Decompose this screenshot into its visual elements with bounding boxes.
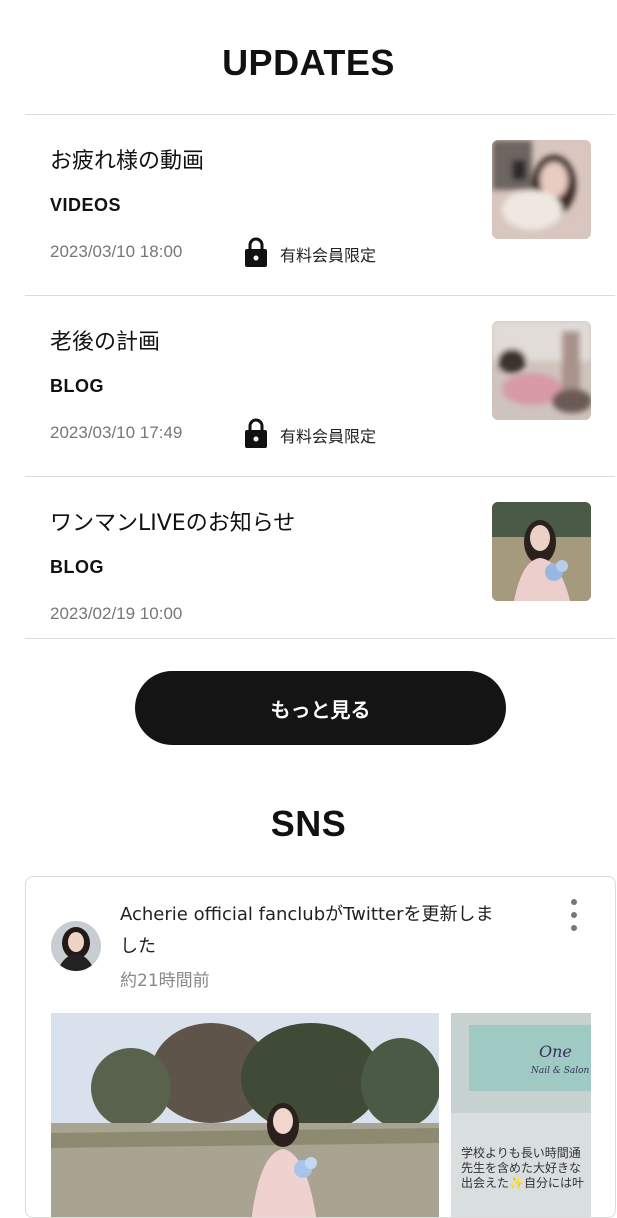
update-category: BLOG	[50, 557, 104, 577]
update-category: VIDEOS	[50, 195, 122, 215]
sns-post-image[interactable]	[51, 1013, 439, 1217]
svg-text:Nail & Salon: Nail & Salon	[530, 1066, 590, 1076]
update-title[interactable]: ワンマンLIVEのお知らせ	[50, 505, 295, 537]
sns-post-card[interactable]: Acherie official fanclubがTwitterを更新しました …	[25, 876, 616, 1218]
divider	[25, 638, 615, 639]
update-thumbnail[interactable]	[492, 502, 591, 601]
update-item-3[interactable]: ワンマンLIVEのお知らせ BLOG 2023/02/19 10:00	[25, 477, 615, 657]
update-category: BLOG	[50, 376, 104, 396]
svg-text:One: One	[539, 1042, 572, 1061]
update-thumbnail[interactable]	[492, 321, 591, 420]
lock-icon	[245, 237, 267, 267]
update-item-1[interactable]: お疲れ様の動画 VIDEOS 2023/03/10 18:00 有料会員限定	[25, 115, 615, 295]
updates-title: UPDATES	[222, 42, 395, 83]
photo-caption-line: 学校よりも長い時間通	[461, 1146, 581, 1160]
update-title[interactable]: お疲れ様の動画	[50, 143, 204, 175]
photo-caption-line: 先生を含めた大好きな	[461, 1161, 582, 1175]
update-item-2[interactable]: 老後の計画 BLOG 2023/03/10 17:49 有料会員限定	[25, 296, 615, 476]
update-thumbnail[interactable]	[492, 140, 591, 239]
members-only-label: 有料会員限定	[280, 427, 377, 446]
update-date: 2023/02/19 10:00	[50, 604, 183, 623]
update-date: 2023/03/10 17:49	[50, 423, 183, 442]
more-button[interactable]: もっと見る	[135, 671, 506, 745]
sns-title: SNS	[270, 803, 347, 844]
sns-post-text: Acherie official fanclubがTwitterを更新しました	[120, 904, 494, 957]
avatar[interactable]	[51, 921, 101, 971]
update-title[interactable]: 老後の計画	[50, 324, 160, 356]
members-only-label: 有料会員限定	[280, 246, 377, 265]
photo-caption-line: 出会えた✨自分には叶	[461, 1176, 584, 1190]
sns-post-image[interactable]: One Nail & Salon 学校よりも長い時間通 先生を含めた大好きな 出…	[451, 1013, 591, 1217]
more-vertical-icon[interactable]	[564, 897, 584, 933]
update-date: 2023/03/10 18:00	[50, 242, 183, 261]
lock-icon	[245, 418, 267, 448]
sns-post-time: 約21時間前	[120, 971, 210, 991]
